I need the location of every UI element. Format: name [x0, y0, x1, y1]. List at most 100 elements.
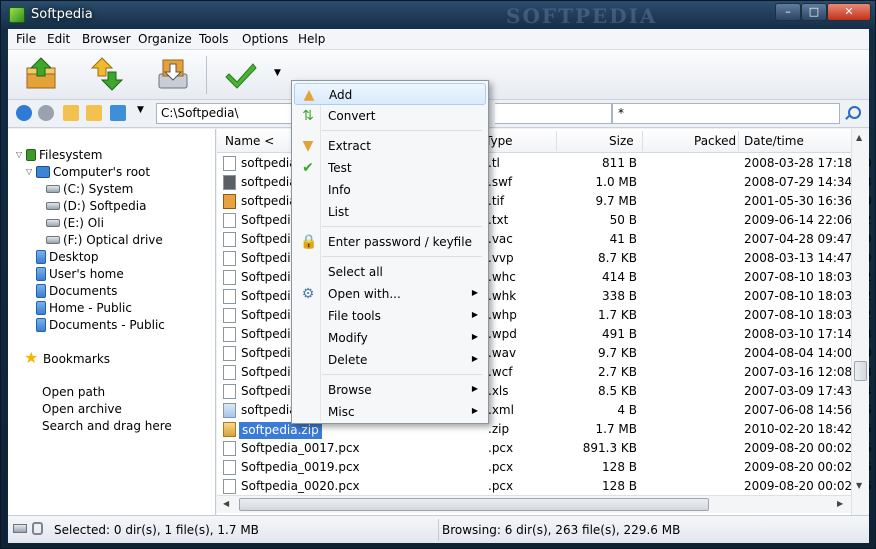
path-input-end[interactable]: [495, 103, 612, 124]
tree-drive-c[interactable]: (C:) System: [46, 180, 133, 197]
file-size: 2.7 KB: [598, 365, 637, 379]
desktop-icon: [36, 249, 46, 264]
scroll-left-icon[interactable]: ◀: [223, 499, 229, 508]
tree-home-public[interactable]: Home - Public: [36, 299, 132, 316]
file-type: .txt: [488, 213, 509, 227]
file-name: Softpedia_0017.pcx: [241, 441, 360, 455]
horizontal-scrollbar[interactable]: ◀ ▶: [217, 495, 851, 513]
file-icon: [223, 251, 236, 266]
submenu-arrow-icon: ▶: [471, 406, 478, 415]
column-name[interactable]: Name <: [225, 134, 274, 148]
tree-documents-public[interactable]: Documents - Public: [36, 316, 165, 333]
scroll-right-icon[interactable]: ▶: [837, 499, 843, 508]
table-row[interactable]: Softpedia_0019.pcx .pcx 128 B 2009-08-20 00…: [217, 458, 871, 477]
tree-filesystem[interactable]: ▽ Filesystem: [16, 146, 102, 163]
submenu-arrow-icon: ▶: [471, 354, 478, 363]
filter-input[interactable]: *: [612, 103, 840, 124]
minimize-button[interactable]: –: [775, 3, 801, 21]
title-bar[interactable]: Softpedia SOFTPEDIA – □ ✕: [1, 1, 875, 29]
menu-item-file-tools[interactable]: File tools ▶: [294, 305, 486, 327]
menu-edit[interactable]: Edit: [47, 32, 70, 46]
file-size: 414 B: [602, 270, 637, 284]
tree-computer-root[interactable]: ▽ Computer's root: [26, 163, 150, 180]
column-type[interactable]: Type: [485, 134, 513, 148]
file-name: Softpedia: [241, 346, 298, 360]
tree-documents[interactable]: Documents: [36, 282, 117, 299]
file-icon: [223, 384, 236, 399]
navigation-panel: ▽ Filesystem ▽ Computer's root (C:) System…: [8, 129, 216, 515]
file-type: .xls: [488, 384, 509, 398]
column-divider[interactable]: [642, 131, 643, 151]
checkmark-icon: ✔: [302, 160, 314, 176]
column-divider[interactable]: [556, 131, 557, 151]
file-icon: [223, 365, 236, 380]
file-type: .wcf: [488, 365, 513, 379]
folder-up-icon[interactable]: [63, 105, 79, 121]
menu-tools[interactable]: Tools: [199, 32, 229, 46]
open-archive-link[interactable]: Open archive: [42, 402, 122, 416]
tree-drive-f[interactable]: (F:) Optical drive: [46, 231, 163, 248]
menu-item-misc[interactable]: Misc ▶: [294, 401, 486, 423]
menu-file[interactable]: File: [16, 32, 36, 46]
menu-item-modify[interactable]: Modify ▶: [294, 327, 486, 349]
menu-item-convert[interactable]: ⇅ Convert: [294, 105, 486, 127]
file-size: 891.3 KB: [582, 441, 637, 455]
tree-users-home[interactable]: User's home: [36, 265, 124, 282]
menu-item-delete[interactable]: Delete ▶: [294, 349, 486, 371]
file-size: 1.0 MB: [595, 175, 637, 189]
column-divider[interactable]: [738, 131, 739, 151]
maximize-button[interactable]: □: [801, 3, 827, 21]
column-date[interactable]: Date/time: [744, 134, 804, 148]
menu-item-extract[interactable]: ▼ Extract: [294, 135, 486, 157]
file-type: .whc: [488, 270, 516, 284]
extract-button[interactable]: [155, 56, 195, 94]
vertical-scrollbar[interactable]: ▲ ▼: [851, 129, 869, 515]
file-icon: [223, 403, 236, 418]
scroll-down-icon[interactable]: ▼: [856, 481, 862, 490]
close-button[interactable]: ✕: [827, 3, 871, 21]
forward-icon[interactable]: [38, 105, 54, 121]
convert-button[interactable]: [90, 56, 130, 94]
horizontal-scroll-thumb[interactable]: [239, 498, 709, 511]
column-size[interactable]: Size: [609, 134, 634, 148]
drive-icon: [13, 524, 27, 533]
tree-bookmarks[interactable]: ★ Bookmarks: [24, 349, 110, 367]
vertical-scroll-thumb[interactable]: [854, 361, 867, 381]
back-icon[interactable]: [16, 105, 32, 121]
menu-item-browse[interactable]: Browse ▶: [294, 379, 486, 401]
menu-item-select-all[interactable]: Select all: [294, 261, 486, 283]
file-type: .zip: [488, 422, 510, 436]
file-name: Softpedia_0019.pcx: [241, 460, 360, 474]
menu-organize[interactable]: Organize: [138, 32, 192, 46]
menu-item-open-with[interactable]: ⚙ Open with... ▶: [294, 283, 486, 305]
tree-drive-d[interactable]: (D:) Softpedia: [46, 197, 146, 214]
history-dropdown-icon[interactable]: ▼: [137, 105, 153, 121]
menu-help[interactable]: Help: [298, 32, 325, 46]
tree-desktop[interactable]: Desktop: [36, 248, 99, 265]
column-packed[interactable]: Packed: [694, 134, 736, 148]
menu-options[interactable]: Options: [242, 32, 288, 46]
test-button[interactable]: [223, 56, 263, 94]
search-icon[interactable]: [848, 106, 861, 119]
file-icon: [223, 270, 236, 285]
menu-browser[interactable]: Browser: [82, 32, 131, 46]
drive-icon: [46, 218, 60, 227]
menu-item-info[interactable]: Info: [294, 179, 486, 201]
menu-item-test[interactable]: ✔ Test: [294, 157, 486, 179]
refresh-icon[interactable]: [110, 105, 126, 121]
menu-item-list[interactable]: List: [294, 201, 486, 223]
search-and-drag-link[interactable]: Search and drag here: [42, 419, 172, 433]
table-row[interactable]: Softpedia_0020.pcx .pcx 128 B 2009-08-20 00…: [217, 477, 871, 496]
gear-icon: ⚙: [301, 286, 315, 302]
file-icon: [223, 308, 236, 323]
window-title: Softpedia: [31, 7, 93, 22]
menu-item-password[interactable]: 🔒 Enter password / keyfile: [294, 231, 486, 253]
tree-drive-e[interactable]: (E:) Oli: [46, 214, 104, 231]
new-folder-icon[interactable]: [86, 105, 102, 121]
table-row[interactable]: Softpedia_0017.pcx .pcx 891.3 KB 2009-08-20…: [217, 439, 871, 458]
menu-item-add[interactable]: ▲ Add: [294, 83, 486, 105]
open-path-link[interactable]: Open path: [42, 385, 105, 399]
add-archive-button[interactable]: [23, 56, 63, 94]
menu-separator: [322, 256, 482, 257]
scroll-up-icon[interactable]: ▲: [856, 133, 862, 142]
